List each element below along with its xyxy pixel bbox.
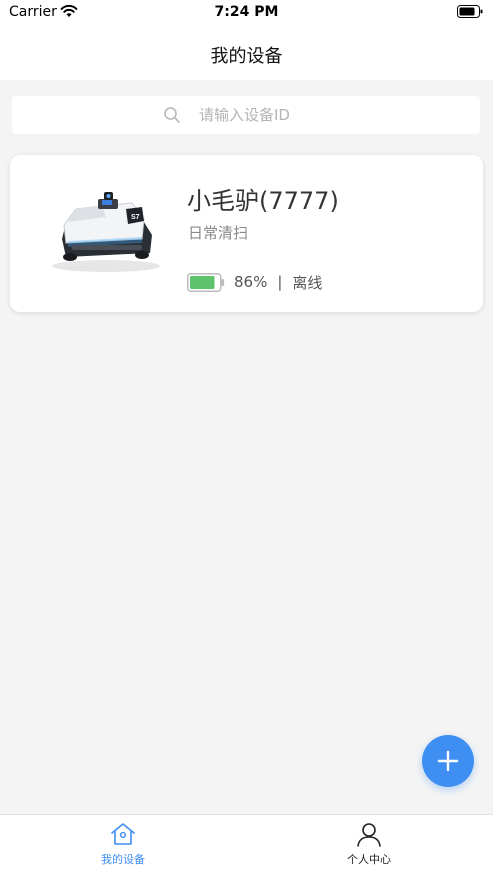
home-icon [111,823,135,845]
tab-profile[interactable]: 个人中心 [309,821,429,873]
search-icon [164,107,180,123]
tab-label-profile: 个人中心 [347,853,391,866]
robot-image: S7 [52,192,160,272]
navigation-bar: 我的设备 [0,26,493,80]
tab-bar: 我的设备 个人中心 [0,814,493,879]
battery-percent: 86% [234,273,268,291]
add-device-button[interactable] [422,735,474,787]
page-title: 我的设备 [210,46,283,67]
person-icon [357,823,381,847]
status-separator: | [277,273,283,291]
device-mode: 日常清扫 [188,224,249,242]
connection-status: 离线 [292,273,323,292]
device-battery-icon [187,272,225,292]
battery-icon [457,5,483,18]
status-time: 7:24 PM [214,4,279,20]
device-card[interactable]: S7 小毛驴(7777) 日常清扫 86% | 离线 [10,155,483,312]
device-status: 86% | 离线 [187,271,322,293]
search-bar[interactable] [12,96,480,134]
plus-icon [437,750,459,772]
device-name: 小毛驴(7777) [187,187,339,215]
robot-model-label: S7 [131,214,140,221]
tab-my-devices[interactable]: 我的设备 [63,821,183,873]
tab-label-my-devices: 我的设备 [101,853,145,866]
status-bar: Carrier 7:24 PM [0,0,493,26]
search-input[interactable] [199,106,329,124]
